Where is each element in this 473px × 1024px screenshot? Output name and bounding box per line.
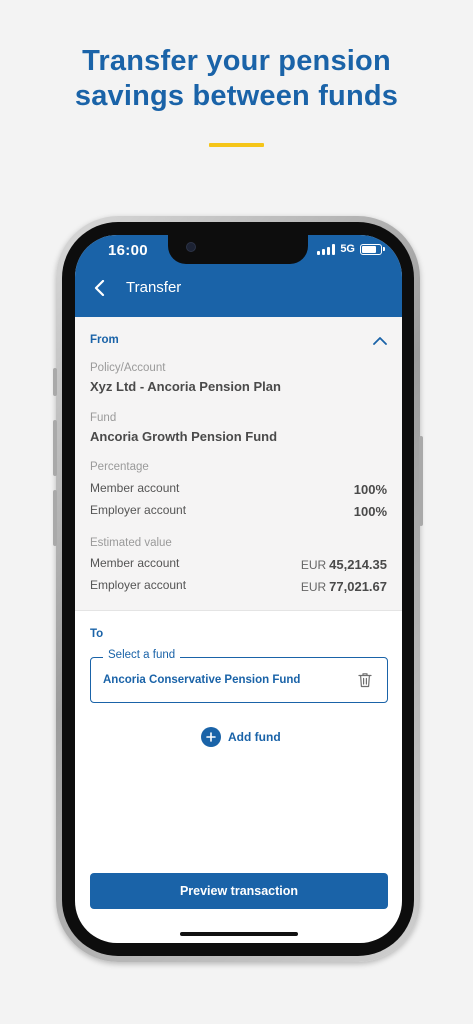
status-indicators: 5G [317, 243, 385, 255]
estimated-member-currency: EUR [300, 558, 327, 572]
estimated-employer-label: Employer account [90, 578, 187, 592]
fund-select[interactable]: Select a fund Ancoria Conservative Pensi… [90, 649, 388, 703]
add-fund-label: Add fund [228, 730, 281, 744]
estimated-member-label: Member account [90, 556, 180, 570]
to-title: To [90, 628, 104, 640]
policy-label: Policy/Account [90, 362, 166, 374]
chevron-up-icon [373, 337, 387, 345]
status-time: 16:00 [108, 242, 148, 259]
app-header: 16:00 5G Transfer [75, 235, 402, 317]
battery-icon [360, 243, 385, 255]
signal-icon [317, 243, 336, 255]
estimated-member-amount: 45,214.35 [329, 557, 387, 572]
phone-side-button-power [419, 436, 423, 526]
page-title: Transfer [126, 279, 182, 296]
chevron-left-icon [94, 280, 105, 296]
from-section: From Policy/Account Xyz Ltd - Ancoria Pe… [75, 317, 402, 611]
add-fund-button[interactable]: Add fund [201, 727, 281, 747]
headline-accent-bar [209, 143, 264, 147]
policy-value: Xyz Ltd - Ancoria Pension Plan [90, 379, 281, 394]
home-indicator[interactable] [180, 932, 298, 936]
estimated-employer-value: EUR 77,021.67 [301, 579, 387, 594]
delete-fund-button[interactable] [358, 672, 372, 688]
preview-transaction-button[interactable]: Preview transaction [90, 873, 388, 909]
collapse-from-button[interactable] [372, 334, 388, 346]
estimated-employer-amount: 77,021.67 [329, 579, 387, 594]
plus-icon [201, 727, 221, 747]
network-label: 5G [340, 243, 355, 255]
camera-notch [168, 235, 308, 264]
trash-icon [358, 673, 372, 688]
percentage-label: Percentage [90, 461, 149, 473]
phone-side-button-silent [53, 368, 57, 396]
percentage-employer-label: Employer account [90, 503, 187, 517]
back-button[interactable] [89, 277, 111, 299]
phone-side-button-volume-up [53, 420, 57, 476]
from-title: From [90, 334, 119, 346]
promo-headline: Transfer your pension savings between fu… [0, 44, 473, 114]
fund-label: Fund [90, 412, 117, 424]
promo-headline-line1: Transfer your pension [82, 45, 391, 77]
estimated-member-value: EUR 45,214.35 [301, 557, 387, 572]
fund-value: Ancoria Growth Pension Fund [90, 429, 278, 444]
promo-headline-line2: savings between funds [74, 80, 399, 112]
percentage-member-value: 100% [353, 482, 387, 497]
estimated-employer-currency: EUR [300, 580, 327, 594]
estimated-label: Estimated value [90, 537, 172, 549]
app-screen: 16:00 5G Transfer From Policy/Account Xy… [75, 235, 402, 943]
percentage-employer-value: 100% [353, 504, 387, 519]
fund-select-label: Select a fund [103, 649, 181, 661]
percentage-member-label: Member account [90, 481, 180, 495]
camera-icon [186, 242, 196, 252]
fund-select-value: Ancoria Conservative Pension Fund [103, 674, 301, 686]
phone-side-button-volume-down [53, 490, 57, 546]
